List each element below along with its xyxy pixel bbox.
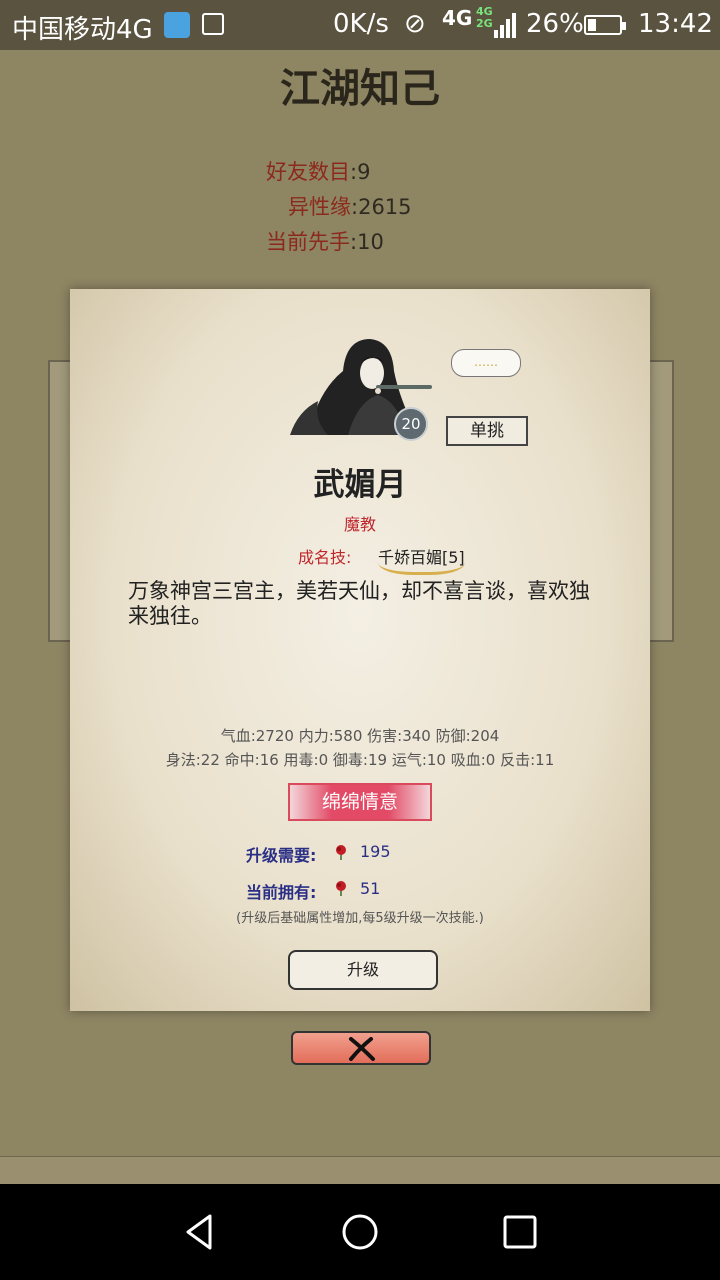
signal-bars-icon	[494, 12, 518, 38]
clock: 13:42	[638, 9, 713, 39]
navigation-bar	[0, 1184, 720, 1280]
stat-friends-label: 好友数目	[266, 160, 350, 184]
stat-initiative-value: 10	[357, 230, 384, 254]
current-own-value: 51	[360, 879, 381, 898]
stat-initiative: 当前先手:10	[266, 226, 384, 256]
attributes-line-1: 气血:2720 内力:580 伤害:340 防御:204	[220, 727, 500, 745]
page-title: 江湖知己	[280, 65, 440, 112]
mute-icon: ⊘	[404, 9, 426, 39]
speech-bubble: ……	[451, 349, 521, 377]
level-badge: 20	[394, 407, 428, 441]
battery-percent: 26%	[526, 9, 584, 39]
upgrade-need-label: 升级需要:	[246, 846, 317, 865]
signature-skill-label: 成名技:	[298, 544, 351, 568]
stat-charm-label: 异性缘	[288, 195, 351, 219]
carrier-name: 中国移动4G	[12, 15, 153, 45]
back-icon[interactable]	[180, 1212, 220, 1252]
upgrade-need-value: 195	[360, 842, 391, 861]
status-bar: 中国移动4G 0K/s ⊘ 4G 4G 2G 26% 13:42	[0, 0, 720, 50]
signal-type-small: 4G 2G	[476, 5, 493, 30]
stat-friends: 好友数目:9	[266, 156, 370, 186]
character-dialog: 20 …… 单挑 武媚月 魔教 成名技: 千娇百媚[5] 万象神宫三宫主，美若天…	[70, 289, 650, 1011]
home-icon[interactable]	[340, 1212, 380, 1252]
upgrade-hint: (升级后基础属性增加,每5级升级一次技能.)	[236, 911, 484, 926]
bottom-toolbar	[0, 1156, 720, 1185]
close-button[interactable]	[291, 1031, 431, 1065]
rose-icon	[336, 845, 346, 860]
stat-charm-value: 2615	[358, 195, 412, 219]
recents-icon[interactable]	[500, 1212, 540, 1252]
current-own-label: 当前拥有:	[246, 883, 317, 902]
skill-key: 成名技:	[298, 548, 352, 567]
stat-friends-value: 9	[357, 160, 371, 184]
rose-icon	[336, 881, 346, 896]
app-notification-icon	[164, 12, 190, 38]
signature-skill-value[interactable]: 千娇百媚[5]	[378, 544, 465, 575]
attributes-line-2: 身法:22 命中:16 用毒:0 御毒:19 运气:10 吸血:0 反击:11	[165, 751, 555, 769]
upgrade-button[interactable]: 升级	[288, 950, 438, 990]
close-icon	[349, 1037, 375, 1061]
net-speed: 0K/s	[333, 9, 389, 39]
character-name: 武媚月	[313, 467, 407, 503]
duel-button[interactable]: 单挑	[446, 416, 528, 446]
stat-charm: 异性缘:2615	[288, 191, 412, 221]
image-notification-icon	[202, 13, 224, 35]
character-faction: 魔教	[343, 515, 376, 534]
side-panel-right	[648, 360, 674, 642]
affection-tag: 绵绵情意	[288, 783, 432, 821]
character-description: 万象神宫三宫主，美若天仙，却不喜言谈，喜欢独来独往。	[128, 579, 590, 628]
stat-initiative-label: 当前先手	[266, 230, 350, 254]
signal-type: 4G	[442, 6, 473, 30]
battery-icon	[584, 15, 626, 35]
